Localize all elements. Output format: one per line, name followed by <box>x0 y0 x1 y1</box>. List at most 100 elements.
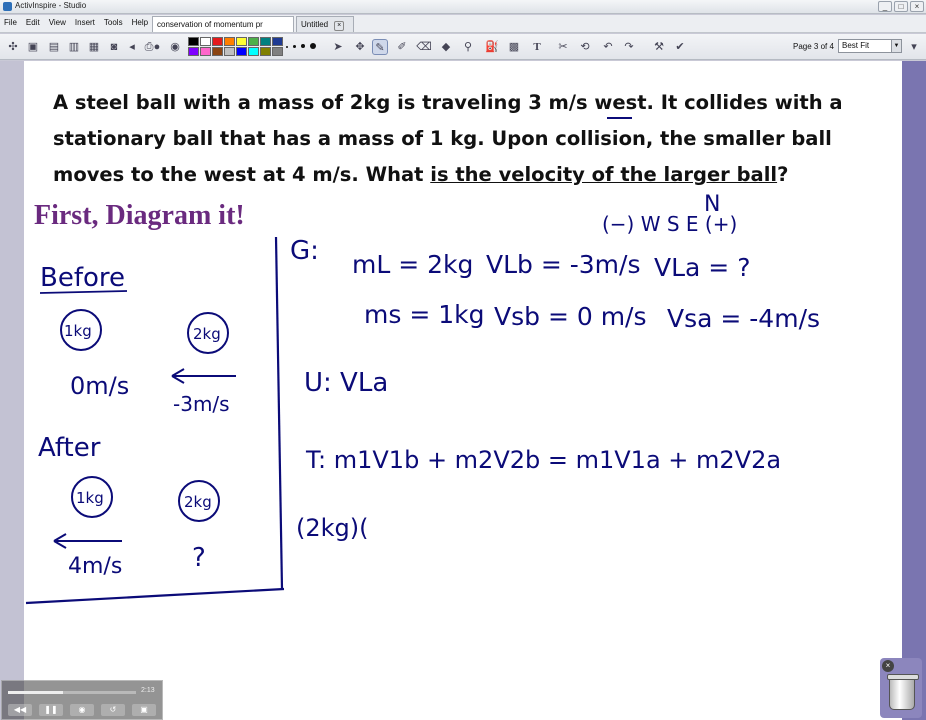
trash-icon[interactable] <box>887 674 919 710</box>
toolbox-icon[interactable]: ✔ <box>672 39 688 55</box>
compass-label: (−) W S E (+) <box>602 212 737 236</box>
ball-large-before-label: 2kg <box>193 325 221 343</box>
tab-document-untitled[interactable]: Untitled × <box>296 16 354 32</box>
color-swatch[interactable] <box>224 47 235 56</box>
pause-icon[interactable]: ❚❚ <box>39 704 63 716</box>
app-icon <box>3 2 12 11</box>
before-label: Before <box>40 263 125 293</box>
given-velocity-large-after: VLa = ? <box>654 253 750 282</box>
color-swatch[interactable] <box>236 47 247 56</box>
color-swatch[interactable] <box>224 37 235 46</box>
camera-icon[interactable]: ◙ <box>106 39 122 55</box>
given-mass-small: ms = 1kg <box>364 300 484 329</box>
main-menu-icon[interactable]: ✣ <box>5 39 21 55</box>
close-button[interactable]: × <box>910 1 924 12</box>
left-margin <box>0 61 24 720</box>
color-swatch[interactable] <box>248 47 259 56</box>
color-swatch[interactable] <box>260 47 271 56</box>
work-start: (2kg)( <box>296 514 369 542</box>
minimize-button[interactable]: _ <box>878 1 892 12</box>
replay-icon[interactable]: ↺ <box>101 704 125 716</box>
rewind-icon[interactable]: ◀◀ <box>8 704 32 716</box>
color-swatch[interactable] <box>272 47 283 56</box>
given-label: G: <box>290 236 319 266</box>
close-tab-icon[interactable]: × <box>334 21 345 31</box>
color-swatch[interactable] <box>212 37 223 46</box>
new-page-icon[interactable]: ▣ <box>25 39 41 55</box>
menu-edit[interactable]: Edit <box>26 18 40 27</box>
tab-document-conservation[interactable]: conservation of momentum pr <box>152 16 294 32</box>
pen-width-4[interactable] <box>310 43 316 49</box>
undo-icon[interactable]: ↶ <box>600 39 616 55</box>
handwriting-layer: Before 1kg 2kg 0m/s -3m/s After 1kg 2kg … <box>25 117 820 605</box>
activinspire-window: ActivInspire - Studio _ □ × File Edit Vi… <box>0 0 926 720</box>
pen-width-selector[interactable] <box>284 39 324 55</box>
color-swatch[interactable] <box>260 37 271 46</box>
progress-track[interactable] <box>8 691 136 694</box>
redo-icon[interactable]: ↷ <box>621 39 637 55</box>
fill-tool-icon[interactable]: ⛽ <box>484 39 500 55</box>
close-icon[interactable]: × <box>882 660 894 672</box>
web-browser-icon[interactable]: ◉ <box>167 39 183 55</box>
maximize-button[interactable]: □ <box>894 1 908 12</box>
tab-label: conservation of momentum pr <box>157 20 263 29</box>
record-icon[interactable]: ● <box>149 39 165 55</box>
marquee-icon[interactable]: ✥ <box>352 39 368 55</box>
clear-icon[interactable]: ✂ <box>555 39 571 55</box>
box-right-line <box>274 236 284 590</box>
pin-icon[interactable]: ⚒ <box>651 39 667 55</box>
menu-view[interactable]: View <box>49 18 66 27</box>
previous-page-icon[interactable]: ◂ <box>124 39 140 55</box>
text-tool-icon[interactable]: T <box>529 39 545 55</box>
eraser-icon[interactable]: ⌫ <box>416 39 432 55</box>
pen-width-3[interactable] <box>301 44 305 48</box>
pen-tool-icon[interactable]: ✎ <box>372 39 388 55</box>
color-swatch[interactable] <box>248 37 259 46</box>
main-toolbar: ✣ ▣ ▤ ▥ ▦ ◙ ◂ ⎙ ● ◉ ➤ ✥ ✎ ✐ ⌫ ◆ ⚲ ⛽ ▩ T … <box>0 34 926 60</box>
volume-icon[interactable]: ◉ <box>70 704 94 716</box>
menu-file[interactable]: File <box>4 18 17 27</box>
shape-tool-icon[interactable]: ◆ <box>438 39 454 55</box>
chevron-down-icon[interactable]: ▼ <box>891 40 901 52</box>
insert-media-icon[interactable]: ▩ <box>506 39 522 55</box>
open-flipchart-icon[interactable]: ▥ <box>66 39 82 55</box>
scroll-up-icon[interactable]: ▾ <box>906 39 922 55</box>
color-palette[interactable] <box>188 37 283 56</box>
connector-icon[interactable]: ⚲ <box>460 39 476 55</box>
flipchart-page[interactable]: A steel ball with a mass of 2kg is trave… <box>24 61 902 720</box>
color-swatch[interactable] <box>188 37 199 46</box>
elapsed-time: 2:13 <box>141 687 155 694</box>
window-title: ActivInspire - Studio <box>15 1 87 10</box>
color-swatch[interactable] <box>200 47 211 56</box>
unknown-velocity-label: ? <box>192 543 206 573</box>
arrow-left-after <box>53 533 122 549</box>
menu-insert[interactable]: Insert <box>75 18 95 27</box>
highlighter-icon[interactable]: ✐ <box>394 39 410 55</box>
desktop-icon[interactable]: ▦ <box>86 39 102 55</box>
pen-width-1[interactable] <box>286 46 288 48</box>
color-swatch[interactable] <box>212 47 223 56</box>
menu-bar: File Edit View Insert Tools Help conserv… <box>0 15 926 33</box>
title-bar: ActivInspire - Studio _ □ × <box>0 0 926 14</box>
color-swatch[interactable] <box>200 37 211 46</box>
ball-large-after-label: 2kg <box>184 493 212 511</box>
velocity-4-label: 4m/s <box>68 554 122 579</box>
reset-page-icon[interactable]: ⟲ <box>577 39 593 55</box>
color-swatch[interactable] <box>236 37 247 46</box>
browsers-icon[interactable]: ▤ <box>46 39 62 55</box>
pen-width-2[interactable] <box>293 45 296 48</box>
tab-label: Untitled <box>301 20 329 29</box>
menu-help[interactable]: Help <box>132 18 148 27</box>
zoom-value: Best Fit <box>842 41 870 50</box>
select-tool-icon[interactable]: ➤ <box>330 39 346 55</box>
velocity-neg3-label: -3m/s <box>173 392 230 416</box>
zoom-select[interactable]: Best Fit ▼ <box>838 39 902 53</box>
color-swatch[interactable] <box>188 47 199 56</box>
trash-can[interactable]: × <box>880 658 922 718</box>
video-player-controls[interactable]: 2:13 ◀◀ ❚❚ ◉ ↺ ▣ <box>1 680 163 720</box>
arrow-left-before <box>171 368 236 384</box>
menu-tools[interactable]: Tools <box>104 18 123 27</box>
velocity-zero-label: 0m/s <box>70 372 129 400</box>
fullscreen-icon[interactable]: ▣ <box>132 704 156 716</box>
color-swatch[interactable] <box>272 37 283 46</box>
